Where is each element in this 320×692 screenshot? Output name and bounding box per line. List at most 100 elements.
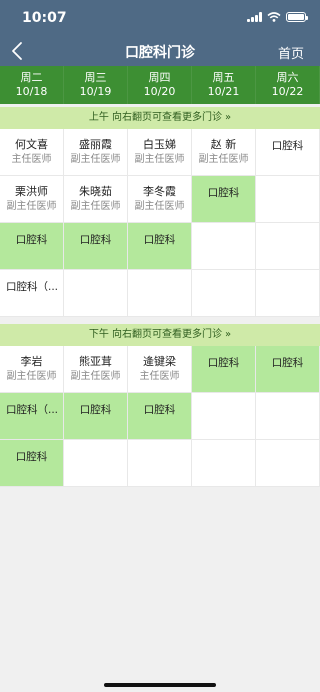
doctor-name: 何文喜 xyxy=(15,138,48,151)
department-label: 口腔科 xyxy=(143,404,176,416)
week-day-tab[interactable]: 周六 10/22 xyxy=(256,66,320,104)
doctor-slot[interactable]: 李冬霞 副主任医师 xyxy=(128,176,192,223)
doctor-title: 副主任医师 xyxy=(70,371,121,382)
empty-slot xyxy=(128,440,192,487)
department-slot[interactable]: 口腔科 xyxy=(128,223,192,270)
doctor-slot[interactable]: 李岩 副主任医师 xyxy=(0,346,64,393)
department-label: 口腔科（... xyxy=(6,281,59,293)
morning-schedule-grid: 何文喜 主任医师 盛丽霞 副主任医师 白玉娣 副主任医师赵 新副主任医师 口腔科 栗洪师 副主任… xyxy=(0,129,320,317)
week-day-label: 周三 xyxy=(84,71,107,84)
week-date-label: 10/19 xyxy=(79,85,112,98)
empty-slot xyxy=(128,270,192,317)
department-label: 口腔科 xyxy=(271,357,304,369)
doctor-title: 副主任医师 xyxy=(6,201,57,212)
double-chevron-right-icon: » xyxy=(225,112,232,123)
empty-slot xyxy=(64,440,128,487)
doctor-name: 朱晓茹 xyxy=(79,185,112,198)
wifi-icon xyxy=(267,12,281,22)
department-slot[interactable]: 口腔科 xyxy=(256,129,320,176)
doctor-slot[interactable]: 白玉娣 副主任医师 xyxy=(128,129,192,176)
doctor-title: 副主任医师 xyxy=(134,154,185,165)
status-icons xyxy=(247,12,308,22)
empty-slot xyxy=(256,270,320,317)
department-label: 口腔科 xyxy=(79,234,112,246)
empty-slot xyxy=(192,393,256,440)
department-slot[interactable]: 口腔科 xyxy=(128,393,192,440)
morning-session-header[interactable]: 上午 向右翻页可查看更多门诊» xyxy=(0,107,320,129)
doctor-name: 栗洪师 xyxy=(15,185,48,198)
doctor-name: 赵 新 xyxy=(210,138,237,151)
week-day-label: 周五 xyxy=(212,71,235,84)
department-slot[interactable]: 口腔科（... xyxy=(0,270,64,317)
department-slot[interactable]: 口腔科（... xyxy=(0,393,64,440)
doctor-name: 逄键梁 xyxy=(143,355,176,368)
page-title: 口腔科门诊 xyxy=(125,45,195,61)
department-label: 口腔科 xyxy=(207,187,240,199)
week-day-tab[interactable]: 周五 10/21 xyxy=(192,66,256,104)
department-label: 口腔科 xyxy=(271,140,304,152)
week-date-label: 10/21 xyxy=(207,85,240,98)
week-day-label: 周二 xyxy=(20,71,43,84)
week-date-label: 10/20 xyxy=(143,85,176,98)
doctor-title: 副主任医师 xyxy=(6,371,57,382)
empty-slot xyxy=(192,223,256,270)
empty-slot xyxy=(192,440,256,487)
doctor-name: 白玉娣 xyxy=(143,138,176,151)
empty-slot xyxy=(256,440,320,487)
week-date-label: 10/22 xyxy=(271,85,304,98)
doctor-slot[interactable]: 朱晓茹 副主任医师 xyxy=(64,176,128,223)
doctor-title: 副主任医师 xyxy=(198,154,249,165)
week-day-label: 周四 xyxy=(148,71,171,84)
empty-slot xyxy=(256,393,320,440)
department-label: 口腔科 xyxy=(15,234,48,246)
empty-slot xyxy=(256,176,320,223)
week-day-tab[interactable]: 周三 10/19 xyxy=(64,66,128,104)
home-indicator xyxy=(104,683,216,687)
doctor-name: 李岩 xyxy=(20,355,43,368)
status-time: 10:07 xyxy=(22,10,67,26)
status-bar: 10:07 xyxy=(0,0,320,36)
doctor-slot[interactable]: 熊亚茸 副主任医师 xyxy=(64,346,128,393)
doctor-name: 熊亚茸 xyxy=(79,355,112,368)
department-slot[interactable]: 口腔科 xyxy=(256,346,320,393)
doctor-title: 主任医师 xyxy=(139,371,180,382)
afternoon-schedule-grid: 李岩 副主任医师 熊亚茸 副主任医师 逄键梁 主任医师 口腔科 口腔科 口腔科（... 口腔科 口腔… xyxy=(0,346,320,487)
battery-icon xyxy=(286,12,308,22)
doctor-slot[interactable]: 何文喜 主任医师 xyxy=(0,129,64,176)
empty-area xyxy=(0,487,320,692)
department-slot[interactable]: 口腔科 xyxy=(0,223,64,270)
empty-slot xyxy=(256,223,320,270)
department-label: 口腔科 xyxy=(79,404,112,416)
week-selector: 周二 10/18 周三 10/19 周四 10/20 周五 10/21 周六 10/22 xyxy=(0,66,320,104)
doctor-title: 主任医师 xyxy=(11,154,52,165)
signal-icon xyxy=(247,12,262,22)
doctor-name: 盛丽霞 xyxy=(79,138,112,151)
department-label: 口腔科 xyxy=(207,357,240,369)
department-slot[interactable]: 口腔科 xyxy=(192,346,256,393)
doctor-title: 副主任医师 xyxy=(134,201,185,212)
doctor-slot[interactable]: 赵 新副主任医师 xyxy=(192,129,256,176)
afternoon-session-header[interactable]: 下午 向右翻页可查看更多门诊» xyxy=(0,324,320,346)
week-day-label: 周六 xyxy=(276,71,299,84)
afternoon-session-label: 下午 向右翻页可查看更多门诊 xyxy=(88,329,223,340)
doctor-slot[interactable]: 盛丽霞 副主任医师 xyxy=(64,129,128,176)
week-day-tab[interactable]: 周四 10/20 xyxy=(128,66,192,104)
department-label: 口腔科（... xyxy=(6,404,59,416)
doctor-slot[interactable]: 栗洪师 副主任医师 xyxy=(0,176,64,223)
double-chevron-right-icon: » xyxy=(225,329,232,340)
home-link[interactable]: 首页 xyxy=(278,43,304,62)
empty-slot xyxy=(192,270,256,317)
morning-session-label: 上午 向右翻页可查看更多门诊 xyxy=(88,112,223,123)
week-day-tab[interactable]: 周二 10/18 xyxy=(0,66,64,104)
department-label: 口腔科 xyxy=(143,234,176,246)
empty-slot xyxy=(64,270,128,317)
doctor-title: 副主任医师 xyxy=(70,201,121,212)
doctor-slot[interactable]: 逄键梁 主任医师 xyxy=(128,346,192,393)
week-date-label: 10/18 xyxy=(15,85,48,98)
doctor-title: 副主任医师 xyxy=(70,154,121,165)
department-label: 口腔科 xyxy=(15,451,48,463)
department-slot[interactable]: 口腔科 xyxy=(64,393,128,440)
department-slot[interactable]: 口腔科 xyxy=(192,176,256,223)
department-slot[interactable]: 口腔科 xyxy=(64,223,128,270)
department-slot[interactable]: 口腔科 xyxy=(0,440,64,487)
